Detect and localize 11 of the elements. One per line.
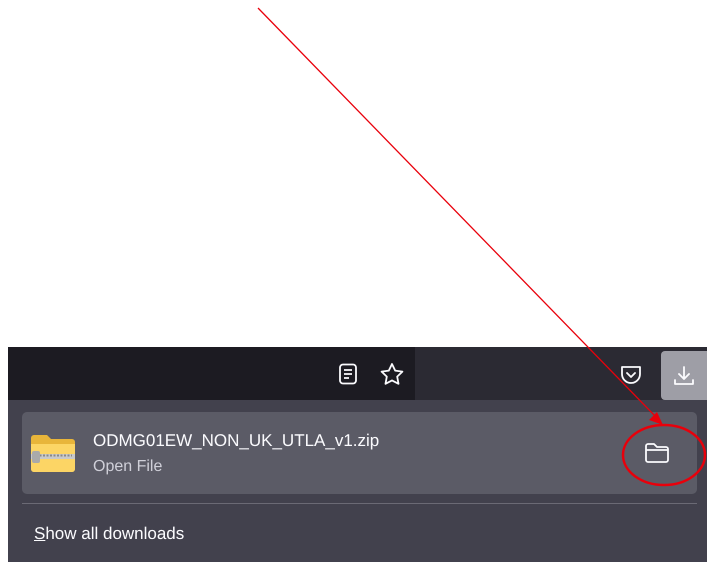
folder-icon [644,442,670,464]
downloads-button[interactable] [661,351,707,400]
download-icon [673,364,695,386]
zip-folder-icon [30,434,76,472]
download-item[interactable]: ODMG01EW_NON_UK_UTLA_v1.zip Open File [22,412,697,494]
download-status: Open File [93,458,164,476]
reader-view-icon [338,362,358,384]
star-icon [379,362,405,386]
pocket-icon [619,364,643,386]
show-all-downloads-link[interactable]: Show all downloads [34,524,184,544]
download-filename: ODMG01EW_NON_UK_UTLA_v1.zip [93,430,380,450]
